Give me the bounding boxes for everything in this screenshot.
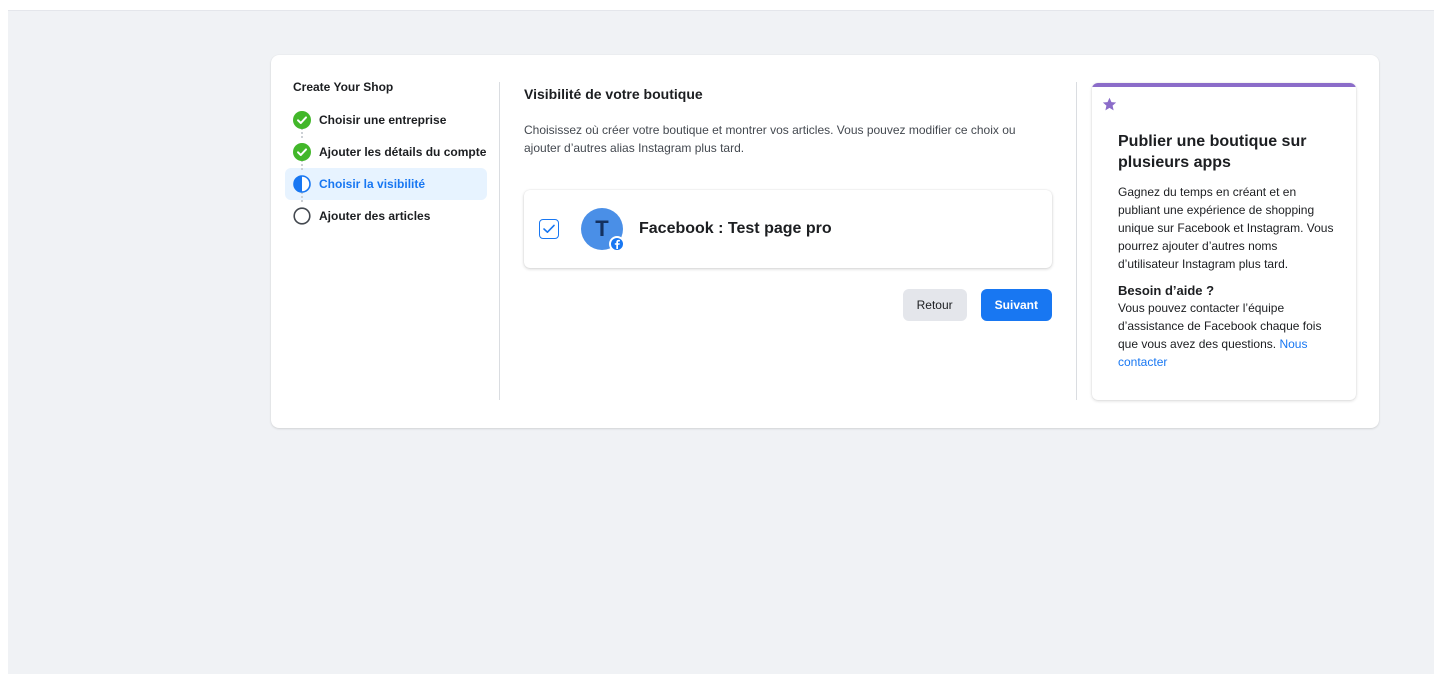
step-connector — [301, 128, 303, 140]
info-card: Publier une boutique sur plusieurs apps … — [1092, 83, 1356, 400]
action-buttons: Retour Suivant — [902, 289, 1052, 321]
stepper: Create Your Shop Choisir une entreprise … — [285, 80, 487, 232]
half-circle-icon — [293, 175, 311, 193]
check-icon — [543, 224, 555, 233]
step-label: Ajouter les détails du compte — [319, 145, 487, 159]
step-choose-business[interactable]: Choisir une entreprise — [285, 104, 487, 136]
step-add-items[interactable]: Ajouter des articles — [285, 192, 487, 232]
avatar-letter: T — [595, 216, 609, 241]
avatar: T — [581, 208, 625, 252]
account-name: Facebook : Test page pro — [639, 220, 832, 237]
left-divider — [499, 82, 500, 400]
right-divider — [1076, 82, 1077, 400]
step-connector — [301, 160, 303, 172]
step-connector — [301, 192, 303, 204]
back-button[interactable]: Retour — [902, 289, 967, 321]
info-text: Gagnez du temps en créant et en publiant… — [1118, 185, 1334, 271]
account-option-card[interactable]: T Facebook : Test page pro — [524, 190, 1052, 268]
step-account-details[interactable]: Ajouter les détails du compte — [285, 128, 487, 168]
section-title: Visibilité de votre boutique — [524, 86, 703, 102]
facebook-icon — [609, 236, 625, 252]
info-title: Publier une boutique sur plusieurs apps — [1118, 133, 1307, 171]
info-card-body: Publier une boutique sur plusieurs apps … — [1118, 131, 1340, 371]
visibility-section: Visibilité de votre boutique Choisissez … — [524, 85, 1052, 321]
account-checkbox[interactable] — [539, 219, 559, 239]
empty-circle-icon — [293, 207, 311, 225]
step-label: Ajouter des articles — [319, 209, 431, 223]
info-card-accent-bar — [1092, 83, 1356, 87]
step-label: Choisir la visibilité — [319, 177, 426, 191]
check-circle-icon — [293, 111, 311, 129]
section-description: Choisissez où créer votre boutique et mo… — [524, 123, 1016, 155]
stepper-title: Create Your Shop — [293, 80, 394, 94]
help-title: Besoin d’aide ? — [1118, 283, 1215, 298]
step-label: Choisir une entreprise — [319, 113, 447, 127]
check-circle-icon — [293, 143, 311, 161]
step-choose-visibility[interactable]: Choisir la visibilité — [285, 160, 487, 200]
create-shop-card: Create Your Shop Choisir une entreprise … — [271, 55, 1379, 428]
help-text-block: Vous pouvez contacter l’équipe d’assista… — [1118, 299, 1340, 371]
next-button[interactable]: Suivant — [980, 289, 1052, 321]
star-icon — [1102, 97, 1117, 111]
